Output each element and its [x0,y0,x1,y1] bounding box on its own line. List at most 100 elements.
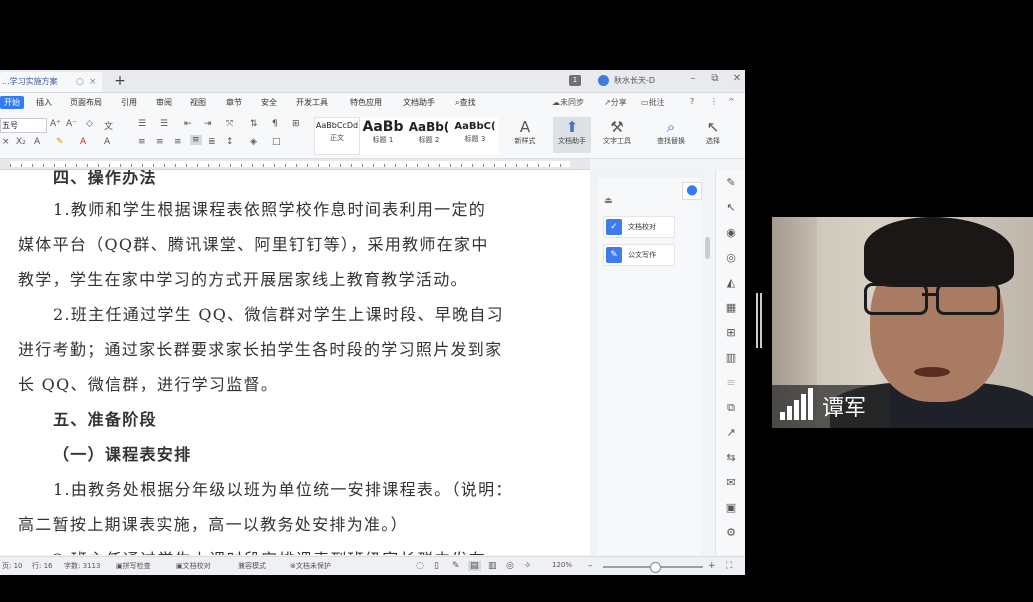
document-page[interactable]: 四、操作办法 1.教师和学生根据课程表依照学校作息时间表利用一定的 媒体平台（QQ群… [0,170,590,555]
user-avatar[interactable] [598,75,609,86]
export-icon[interactable]: ↗ [724,426,738,440]
table-border-icon[interactable]: ⊞ [292,119,300,129]
vertical-scrollbar-thumb[interactable] [705,237,710,259]
text-tools-button[interactable]: ⚒ 文字工具 [598,117,636,153]
font-size-select[interactable]: 五号 [0,118,47,133]
user-name[interactable]: 秋水长天-D [614,75,655,86]
settings-icon[interactable]: ⚙ [724,526,738,540]
document-tab[interactable]: ...学习实施方案 ○ × [0,72,102,92]
status-proofread-button[interactable]: ▣文档校对 [176,561,211,571]
mail-icon[interactable]: ✉ [724,476,738,490]
restore-button[interactable]: ⧉ [708,73,722,84]
align-center-icon[interactable]: ≡ [156,137,164,147]
video-drag-handle[interactable] [756,293,762,348]
protect-status[interactable]: ⊗文档未保护 [290,561,331,571]
clear-format-icon[interactable]: ◇ [86,119,93,129]
indent-icon[interactable]: ⇥ [204,119,212,129]
style-icon[interactable]: ◉ [724,226,738,240]
zoom-out-button[interactable]: – [588,561,593,571]
pen-icon[interactable]: ✎ [724,176,738,190]
more-button[interactable]: ⋮ [710,97,718,106]
help-button[interactable]: ? [690,97,694,106]
menu-page-layout[interactable]: 页面布局 [70,97,102,108]
menu-section[interactable]: 章节 [226,97,242,108]
bullet-list-icon[interactable]: ☰ [138,119,146,129]
new-style-button[interactable]: A 新样式 [506,117,544,153]
grid-icon[interactable]: ⊞ [724,326,738,340]
reading-mode-icon[interactable]: ✧ [524,561,532,571]
highlight-icon[interactable]: ✎ [56,137,64,147]
menu-developer[interactable]: 开发工具 [296,97,328,108]
web-view-icon[interactable]: ◎ [506,561,514,571]
menu-start[interactable]: 开始 [0,96,24,109]
comment-button[interactable]: ▭批注 [641,97,665,108]
menu-view[interactable]: 视图 [190,97,206,108]
cursor-icon[interactable]: ↖ [724,201,738,215]
tab-pin-icon[interactable]: ○ [76,72,84,92]
location-pin-icon[interactable]: ⬤ [682,182,702,200]
new-tab-button[interactable]: + [112,71,128,91]
chart-icon[interactable]: ▥ [724,351,738,365]
numbered-list-icon[interactable]: ☰ [160,119,168,129]
window-count-badge[interactable]: 1 [569,75,581,86]
border-icon[interactable]: □ [272,137,281,147]
strikethrough-icon[interactable]: × [2,137,10,147]
menu-special[interactable]: 特色应用 [350,97,382,108]
copy-icon[interactable]: ⧉ [724,401,738,415]
menu-security[interactable]: 安全 [261,97,277,108]
proofread-button[interactable]: ✓ 文档校对 [603,216,675,238]
line-spacing-icon[interactable]: ↕ [226,137,234,147]
distribute-icon[interactable]: ≣ [208,137,216,147]
zoom-slider-knob[interactable] [650,562,661,573]
menu-review[interactable]: 审阅 [156,97,172,108]
justify-icon[interactable]: ≡ [190,135,202,145]
tab-close-icon[interactable]: × [89,72,97,92]
page-view-icon[interactable]: ▤ [468,561,481,571]
translate-icon[interactable]: ⇆ [724,451,738,465]
menu-insert[interactable]: 插入 [36,97,52,108]
sync-status[interactable]: ☁未同步 [552,97,584,108]
font-color-icon[interactable]: A [80,137,86,147]
phonetic-icon[interactable]: 文 [104,119,113,132]
official-writing-button[interactable]: ✎ 公文写作 [603,244,675,266]
subscript-icon[interactable]: X₂ [16,137,26,147]
collapse-ribbon-button[interactable]: ^ [728,97,735,106]
chinese-layout-icon[interactable]: ⤧ [226,119,233,129]
menu-doc-assistant[interactable]: 文档助手 [403,97,435,108]
fill-icon[interactable]: ◭ [724,276,738,290]
text-effect-icon[interactable]: A [34,137,40,147]
show-marks-icon[interactable]: ¶ [272,119,278,129]
horizontal-ruler[interactable] [0,159,590,170]
table-icon[interactable]: ▦ [724,301,738,315]
select-button[interactable]: ↖ 选择 [694,117,732,153]
menu-search[interactable]: ⌕查找 [455,97,475,108]
edit-icon[interactable]: ✎ [452,561,460,571]
style-heading1[interactable]: AaBb 标题 1 [360,117,406,155]
zoom-level[interactable]: 120% [552,561,572,569]
grow-font-icon[interactable]: A⁺ [50,119,61,129]
spellcheck-button[interactable]: ▣拼写检查 [116,561,151,571]
outline-view-icon[interactable]: ▥ [488,561,497,571]
outdent-icon[interactable]: ⇤ [184,119,192,129]
share-button[interactable]: ↗分享 [604,97,627,108]
status-wordcount[interactable]: 字数: 3113 [64,561,100,571]
style-normal[interactable]: AaBbCcDd 正文 [314,117,360,155]
doc-assistant-button[interactable]: ⬆ 文档助手 [553,117,591,153]
zoom-in-button[interactable]: + [708,561,716,571]
split-view-icon[interactable]: ▯ [434,561,439,571]
image-icon[interactable]: ▣ [724,501,738,515]
align-left-icon[interactable]: ≡ [138,137,146,147]
char-border-icon[interactable]: A [104,137,110,147]
panel-collapse-icon[interactable]: ⏏ [604,196,618,208]
shrink-font-icon[interactable]: A⁻ [66,119,77,129]
align-right-icon[interactable]: ≡ [174,137,182,147]
sort-icon[interactable]: ⇅ [250,119,258,129]
close-button[interactable]: ✕ [730,73,744,84]
find-replace-button[interactable]: ⌕ 查找替换 [652,117,690,153]
style-heading3[interactable]: AaBbC( 标题 3 [452,117,498,155]
fullscreen-icon[interactable]: ⛶ [726,561,732,571]
shading-icon[interactable]: ◈ [250,137,257,147]
minimize-button[interactable]: – [686,73,700,84]
style-heading2[interactable]: AaBb( 标题 2 [406,117,452,155]
shapes-icon[interactable]: ◎ [724,251,738,265]
